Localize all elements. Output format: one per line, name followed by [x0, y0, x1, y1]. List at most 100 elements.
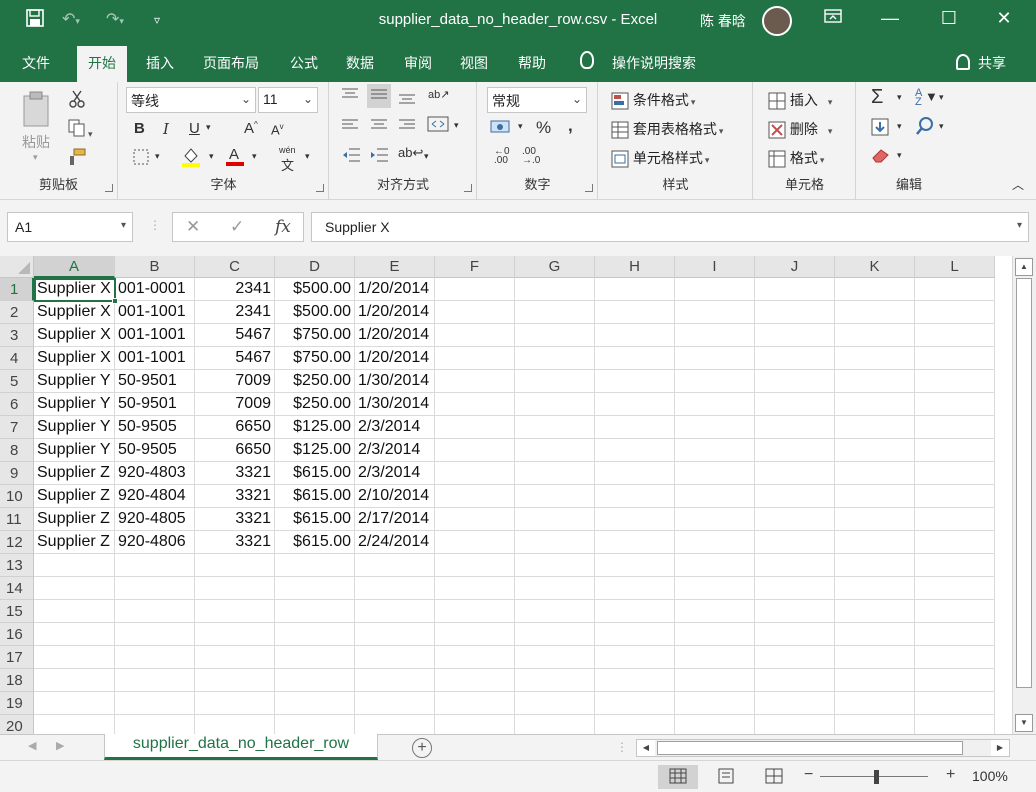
align-middle-icon[interactable] — [367, 84, 391, 108]
cell-l16[interactable] — [915, 623, 995, 646]
borders-dropdown-icon[interactable]: ▾ — [155, 151, 160, 162]
cell-g11[interactable] — [515, 508, 595, 531]
cell-j17[interactable] — [755, 646, 835, 669]
cell-a3[interactable]: Supplier X — [34, 324, 115, 347]
row-header-12[interactable]: 12 — [0, 531, 34, 554]
horizontal-scrollbar[interactable]: ◀ ▶ — [636, 739, 1010, 757]
find-select-icon[interactable] — [915, 116, 935, 140]
cell-l6[interactable] — [915, 393, 995, 416]
cell-i15[interactable] — [675, 600, 755, 623]
format-cells-button[interactable]: 格式 ▾ — [768, 148, 824, 168]
decrease-decimal-icon[interactable]: .00 →.0 — [522, 147, 540, 166]
cell-i6[interactable] — [675, 393, 755, 416]
cell-f17[interactable] — [435, 646, 515, 669]
cell-j3[interactable] — [755, 324, 835, 347]
cell-k17[interactable] — [835, 646, 915, 669]
select-all-button[interactable] — [0, 256, 34, 278]
tab-help[interactable]: 帮助 — [518, 53, 546, 73]
cell-b14[interactable] — [115, 577, 195, 600]
column-header-l[interactable]: L — [915, 256, 995, 278]
cell-c9[interactable]: 3321 — [195, 462, 275, 485]
cell-i5[interactable] — [675, 370, 755, 393]
cell-a16[interactable] — [34, 623, 115, 646]
cell-l20[interactable] — [915, 715, 995, 734]
cell-k3[interactable] — [835, 324, 915, 347]
cell-l19[interactable] — [915, 692, 995, 715]
column-header-a[interactable]: A — [34, 256, 115, 278]
cell-f5[interactable] — [435, 370, 515, 393]
cell-c10[interactable]: 3321 — [195, 485, 275, 508]
cell-h13[interactable] — [595, 554, 675, 577]
cell-j4[interactable] — [755, 347, 835, 370]
cell-d19[interactable] — [275, 692, 355, 715]
cell-j12[interactable] — [755, 531, 835, 554]
cell-j18[interactable] — [755, 669, 835, 692]
cell-i13[interactable] — [675, 554, 755, 577]
row-header-7[interactable]: 7 — [0, 416, 34, 439]
cell-l13[interactable] — [915, 554, 995, 577]
name-box[interactable]: A1 ▾ — [7, 212, 133, 242]
scroll-right-icon[interactable]: ▶ — [991, 740, 1009, 756]
page-layout-icon[interactable] — [706, 765, 746, 789]
cell-h4[interactable] — [595, 347, 675, 370]
cell-c8[interactable]: 6650 — [195, 439, 275, 462]
cell-i20[interactable] — [675, 715, 755, 734]
cell-h10[interactable] — [595, 485, 675, 508]
cell-i12[interactable] — [675, 531, 755, 554]
cell-i14[interactable] — [675, 577, 755, 600]
sheet-tab-active[interactable]: supplier_data_no_header_row — [104, 734, 378, 760]
cell-k9[interactable] — [835, 462, 915, 485]
fill-color-icon[interactable] — [181, 146, 201, 172]
cell-e10[interactable]: 2/10/2014 — [355, 485, 435, 508]
cell-a14[interactable] — [34, 577, 115, 600]
cell-k14[interactable] — [835, 577, 915, 600]
bold-button[interactable]: B — [134, 120, 145, 137]
tab-page-layout[interactable]: 页面布局 — [203, 53, 259, 73]
insert-function-icon[interactable]: fx — [275, 217, 291, 237]
row-header-6[interactable]: 6 — [0, 393, 34, 416]
cell-d5[interactable]: $250.00 — [275, 370, 355, 393]
chevron-down-icon[interactable]: ⌄ — [572, 92, 582, 106]
page-break-preview-icon[interactable] — [754, 765, 794, 789]
decrease-font-icon[interactable]: Av — [271, 122, 284, 137]
cell-b4[interactable]: 001-1001 — [115, 347, 195, 370]
cell-h15[interactable] — [595, 600, 675, 623]
cell-g6[interactable] — [515, 393, 595, 416]
cell-a10[interactable]: Supplier Z — [34, 485, 115, 508]
cell-d11[interactable]: $615.00 — [275, 508, 355, 531]
cell-k4[interactable] — [835, 347, 915, 370]
cell-l7[interactable] — [915, 416, 995, 439]
cell-f1[interactable] — [435, 278, 515, 301]
cell-c14[interactable] — [195, 577, 275, 600]
zoom-level[interactable]: 100% — [972, 768, 1008, 784]
cell-e2[interactable]: 1/20/2014 — [355, 301, 435, 324]
row-header-3[interactable]: 3 — [0, 324, 34, 347]
cell-e1[interactable]: 1/20/2014 — [355, 278, 435, 301]
cell-h7[interactable] — [595, 416, 675, 439]
share-button[interactable]: 共享 — [978, 53, 1006, 73]
cell-g5[interactable] — [515, 370, 595, 393]
cell-a7[interactable]: Supplier Y — [34, 416, 115, 439]
cell-e15[interactable] — [355, 600, 435, 623]
cell-i9[interactable] — [675, 462, 755, 485]
cell-j11[interactable] — [755, 508, 835, 531]
chevron-down-icon[interactable]: ⌄ — [303, 92, 313, 106]
cell-k13[interactable] — [835, 554, 915, 577]
zoom-slider-knob[interactable] — [874, 770, 879, 784]
column-header-h[interactable]: H — [595, 256, 675, 278]
autosum-icon[interactable]: Σ — [871, 86, 883, 109]
align-right-icon[interactable] — [398, 118, 416, 136]
row-header-17[interactable]: 17 — [0, 646, 34, 669]
cell-j1[interactable] — [755, 278, 835, 301]
cell-e12[interactable]: 2/24/2014 — [355, 531, 435, 554]
column-header-c[interactable]: C — [195, 256, 275, 278]
cell-j5[interactable] — [755, 370, 835, 393]
autosum-dropdown-icon[interactable]: ▾ — [897, 92, 902, 103]
clear-icon[interactable] — [871, 147, 891, 167]
tab-view[interactable]: 视图 — [460, 53, 488, 73]
cell-b15[interactable] — [115, 600, 195, 623]
cell-e9[interactable]: 2/3/2014 — [355, 462, 435, 485]
cell-g12[interactable] — [515, 531, 595, 554]
cell-h9[interactable] — [595, 462, 675, 485]
cell-c5[interactable]: 7009 — [195, 370, 275, 393]
